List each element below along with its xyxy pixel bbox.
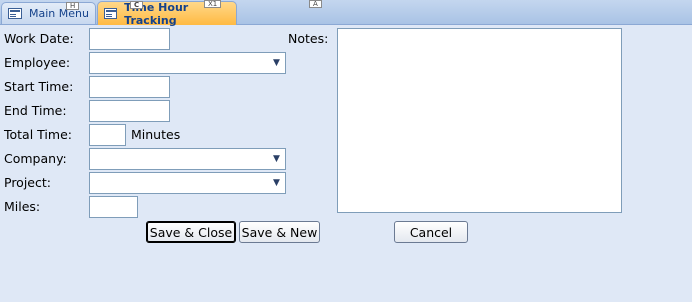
miles-label: Miles: bbox=[4, 199, 41, 214]
end-time-field[interactable] bbox=[89, 100, 170, 122]
work-date-label: Work Date: bbox=[4, 31, 74, 46]
notes-textarea[interactable] bbox=[337, 28, 622, 213]
total-time-label: Total Time: bbox=[4, 127, 72, 142]
document-tab-bar: Main Menu H Time Hour Tracking C X1 A bbox=[0, 0, 692, 27]
keytip-badge: C bbox=[130, 1, 144, 9]
project-label: Project: bbox=[4, 175, 51, 190]
work-date-field[interactable] bbox=[89, 28, 170, 50]
company-label: Company: bbox=[4, 151, 67, 166]
start-time-field[interactable] bbox=[89, 76, 170, 98]
chevron-down-icon[interactable]: ▼ bbox=[269, 174, 284, 192]
total-time-field[interactable] bbox=[89, 124, 126, 146]
employee-combo[interactable]: ▼ bbox=[89, 52, 286, 74]
form-icon bbox=[8, 8, 22, 19]
save-new-button[interactable]: Save & New bbox=[239, 221, 320, 243]
minutes-label: Minutes bbox=[131, 127, 181, 142]
keytip-badge: A bbox=[309, 0, 322, 8]
notes-label: Notes: bbox=[288, 31, 329, 46]
tab-main-menu[interactable]: Main Menu H bbox=[1, 2, 96, 24]
start-time-label: Start Time: bbox=[4, 79, 74, 94]
project-combo[interactable]: ▼ bbox=[89, 172, 286, 194]
end-time-label: End Time: bbox=[4, 103, 67, 118]
cancel-button[interactable]: Cancel bbox=[394, 221, 468, 243]
keytip-badge: X1 bbox=[204, 0, 222, 8]
company-combo[interactable]: ▼ bbox=[89, 148, 286, 170]
tab-label: Main Menu bbox=[29, 7, 89, 20]
employee-label: Employee: bbox=[4, 55, 71, 70]
save-close-button[interactable]: Save & Close bbox=[146, 221, 236, 243]
chevron-down-icon[interactable]: ▼ bbox=[269, 54, 284, 72]
miles-field[interactable] bbox=[89, 196, 138, 218]
keytip-badge: H bbox=[66, 2, 80, 10]
form-icon bbox=[104, 8, 118, 19]
chevron-down-icon[interactable]: ▼ bbox=[269, 150, 284, 168]
